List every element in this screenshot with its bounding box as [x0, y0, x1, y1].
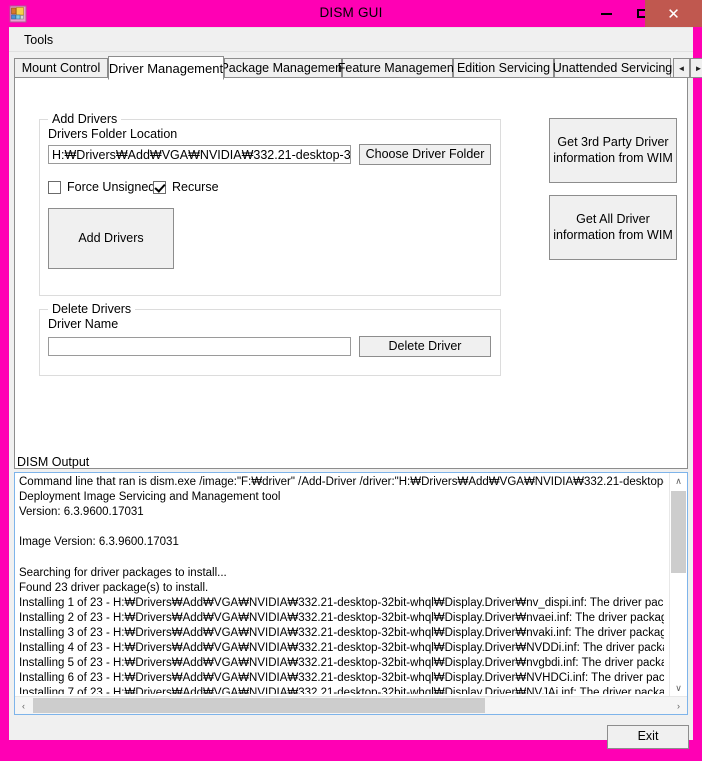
tab-mount-control[interactable]: Mount Control	[14, 58, 108, 78]
force-unsigned-label: Force Unsigned	[67, 180, 156, 194]
vertical-scrollbar-thumb[interactable]	[671, 491, 686, 573]
scroll-up-icon[interactable]: ∧	[670, 473, 687, 490]
delete-drivers-group-label: Delete Drivers	[48, 302, 136, 316]
recurse-label: Recurse	[172, 180, 219, 194]
application-window: DISM GUI ✕ Tools Mount Control Driver Ma…	[0, 0, 702, 761]
tab-package-management[interactable]: Package Management	[220, 58, 346, 78]
tab-scroll-right-button[interactable]: ►	[690, 58, 702, 78]
menu-bar: Tools	[9, 28, 693, 52]
output-vertical-scrollbar[interactable]: ∧ ∨	[669, 473, 687, 697]
get-3rd-party-driver-info-button[interactable]: Get 3rd Party Driver information from WI…	[549, 118, 677, 183]
get-all-driver-info-line2: information from WIM	[553, 227, 673, 242]
tab-unattended-servicing[interactable]: Unattended Servicing	[553, 58, 672, 78]
get-all-driver-info-button[interactable]: Get All Driver information from WIM	[549, 195, 677, 260]
add-drivers-button[interactable]: Add Drivers	[48, 208, 174, 269]
close-button[interactable]: ✕	[645, 0, 702, 27]
output-horizontal-scrollbar[interactable]: ‹ ›	[15, 696, 687, 714]
add-drivers-group-label: Add Drivers	[48, 112, 122, 126]
dism-output-panel: Command line that ran is dism.exe /image…	[14, 472, 688, 715]
dism-output-label: DISM Output	[17, 455, 90, 469]
tab-edition-servicing[interactable]: Edition Servicing	[453, 58, 554, 78]
force-unsigned-checkbox-row[interactable]: Force Unsigned	[48, 180, 155, 194]
tab-strip: Mount Control Driver Management Package …	[14, 56, 702, 80]
add-drivers-group: Add Drivers Drivers Folder Location H:₩D…	[39, 112, 501, 296]
tab-scroll-left-button[interactable]: ◄	[673, 58, 690, 78]
menu-item-tools[interactable]: Tools	[19, 32, 58, 48]
tab-page-driver-management: Add Drivers Drivers Folder Location H:₩D…	[14, 77, 688, 469]
get-3rd-party-driver-info-line2: information from WIM	[553, 150, 673, 165]
scroll-down-icon[interactable]: ∨	[670, 680, 687, 697]
delete-driver-button[interactable]: Delete Driver	[359, 336, 491, 357]
title-bar: DISM GUI ✕	[0, 0, 702, 27]
recurse-checkbox[interactable]	[153, 180, 166, 194]
recurse-checkbox-row[interactable]: Recurse	[153, 180, 219, 194]
horizontal-scrollbar-thumb[interactable]	[33, 698, 485, 713]
get-3rd-party-driver-info-line1: Get 3rd Party Driver	[557, 134, 669, 149]
client-area: Tools Mount Control Driver Management Pa…	[9, 27, 702, 749]
force-unsigned-checkbox[interactable]	[48, 180, 61, 194]
minimize-button[interactable]	[589, 0, 624, 27]
drivers-folder-location-input[interactable]: H:₩Drivers₩Add₩VGA₩NVIDIA₩332.21-desktop…	[48, 145, 351, 164]
choose-driver-folder-button[interactable]: Choose Driver Folder	[359, 144, 491, 165]
scroll-left-icon[interactable]: ‹	[15, 697, 32, 714]
minimize-icon	[601, 12, 612, 15]
dism-output-text[interactable]: Command line that ran is dism.exe /image…	[19, 475, 664, 694]
tab-driver-management[interactable]: Driver Management	[108, 56, 224, 80]
close-icon: ✕	[667, 5, 680, 23]
get-all-driver-info-line1: Get All Driver	[576, 211, 650, 226]
tab-feature-management[interactable]: Feature Management	[338, 58, 457, 78]
drivers-folder-location-label: Drivers Folder Location	[48, 127, 178, 141]
delete-drivers-group: Delete Drivers Driver Name Delete Driver	[39, 302, 501, 376]
exit-button[interactable]: Exit	[607, 725, 689, 749]
driver-name-input[interactable]	[48, 337, 351, 356]
scroll-right-icon[interactable]: ›	[670, 697, 687, 714]
driver-name-label: Driver Name	[48, 317, 119, 331]
